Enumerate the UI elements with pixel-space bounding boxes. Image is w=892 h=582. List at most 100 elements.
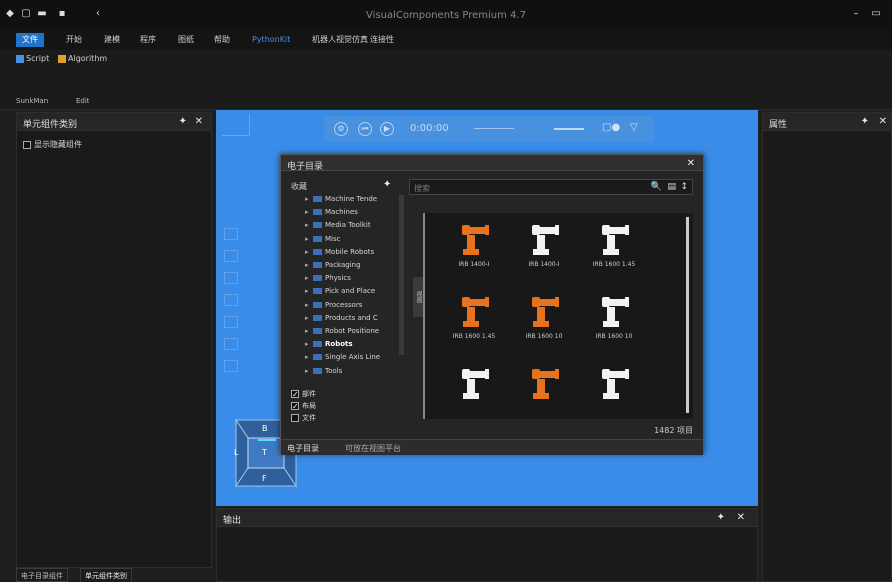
timeline-slider[interactable]: [554, 128, 584, 130]
tree-item-label: Products and C: [325, 313, 378, 322]
tab-catalog-components[interactable]: 电子目录组件: [16, 568, 68, 582]
pin-icon[interactable]: ✦: [717, 512, 725, 523]
ribbon-tab[interactable]: 帮助: [208, 33, 236, 47]
align-tool-icon[interactable]: [224, 338, 238, 350]
tree-item[interactable]: ▸ Machine Tende: [305, 195, 377, 203]
catalog-item-tile[interactable]: [579, 361, 649, 423]
tree-item[interactable]: ▸ Robots: [305, 340, 353, 348]
catalog-item-tile[interactable]: IRB 1400-I: [439, 217, 509, 279]
expand-arrow-icon[interactable]: ▸: [305, 327, 311, 335]
script-button[interactable]: Script: [16, 54, 49, 63]
tree-item[interactable]: ▸ Robot Positione: [305, 327, 379, 335]
expand-arrow-icon[interactable]: ▸: [305, 208, 311, 216]
navcube-face-left[interactable]: L: [234, 448, 238, 457]
tree-scrollbar[interactable]: [399, 195, 404, 355]
catalog-item-tile[interactable]: IRB 1400-I: [509, 217, 579, 279]
play-icon[interactable]: ▶: [380, 122, 394, 136]
show-hidden-checkbox[interactable]: 显示隐藏组件: [23, 139, 82, 150]
catalog-search-input[interactable]: 搜索 🔍 ▤ ↕: [409, 179, 693, 195]
move-tool-icon[interactable]: [224, 250, 238, 262]
tree-root-favorites[interactable]: 收藏: [291, 181, 307, 192]
expand-arrow-icon[interactable]: ▸: [305, 287, 311, 295]
catalog-item-tile[interactable]: [509, 361, 579, 423]
rotate-tool-icon[interactable]: [224, 272, 238, 284]
tree-item[interactable]: ▸ Pick and Place: [305, 287, 375, 295]
navcube-face-bottom[interactable]: F: [262, 474, 267, 483]
reset-icon[interactable]: ⏮: [358, 122, 372, 136]
settings-icon[interactable]: ⚙: [334, 122, 348, 136]
panel-header: 单元组件类别 ✦ ✕: [17, 113, 211, 131]
catalog-item-tile[interactable]: [439, 361, 509, 423]
expand-arrow-icon[interactable]: ▸: [305, 235, 311, 243]
expand-arrow-icon[interactable]: ▸: [305, 274, 311, 282]
grid-scrollbar[interactable]: [686, 217, 689, 413]
pin-icon[interactable]: ✦: [179, 116, 187, 127]
expand-arrow-icon[interactable]: ▸: [305, 248, 311, 256]
close-icon[interactable]: ✕: [879, 116, 887, 127]
expand-arrow-icon[interactable]: ▸: [305, 367, 311, 375]
ribbon-tab[interactable]: PythonKit: [246, 33, 296, 47]
tree-item[interactable]: ▸ Media Toolkit: [305, 221, 371, 229]
filter-icon[interactable]: ▽: [630, 122, 638, 133]
view-mode-icon[interactable]: ▤: [667, 182, 676, 192]
expand-arrow-icon[interactable]: ▸: [305, 340, 311, 348]
catalog-item-tile[interactable]: IRB 1600 10: [509, 289, 579, 351]
pin-icon[interactable]: ✦: [861, 116, 869, 127]
ribbon-tab[interactable]: 建模: [98, 33, 126, 47]
pin-icon[interactable]: ✦: [383, 179, 391, 190]
tree-item[interactable]: ▸ Physics: [305, 274, 351, 282]
tree-item[interactable]: ▸ Processors: [305, 301, 362, 309]
navcube-face-top[interactable]: B: [262, 424, 268, 433]
algorithm-button[interactable]: Algorithm: [58, 54, 107, 63]
expand-arrow-icon[interactable]: ▸: [305, 195, 311, 203]
ribbon-tab[interactable]: 程序: [134, 33, 162, 47]
expand-arrow-icon[interactable]: ▸: [305, 261, 311, 269]
tree-item[interactable]: ▸ Mobile Robots: [305, 248, 374, 256]
ribbon-tab[interactable]: 连接性: [364, 33, 400, 47]
close-icon[interactable]: ✕: [687, 158, 695, 169]
ribbon-tab[interactable]: 图纸: [172, 33, 200, 47]
record-icon[interactable]: ▢●: [602, 122, 620, 133]
ribbon-tab[interactable]: 开始: [60, 33, 88, 47]
catalog-item-tile[interactable]: IRB 1600 10: [579, 289, 649, 351]
side-tab-view[interactable]: 视图: [413, 277, 423, 317]
tab-place-on-platform[interactable]: 可放在视图平台: [345, 443, 401, 454]
camera-tool-icon[interactable]: [224, 360, 238, 372]
checkbox[interactable]: [291, 414, 299, 422]
filter-checkbox[interactable]: 布局: [291, 401, 316, 411]
sort-icon[interactable]: ↕: [680, 182, 688, 192]
folder-icon: [313, 328, 322, 334]
checkbox[interactable]: [291, 402, 299, 410]
expand-arrow-icon[interactable]: ▸: [305, 221, 311, 229]
catalog-header: 电子目录 ✕: [281, 155, 703, 172]
expand-arrow-icon[interactable]: ▸: [305, 353, 311, 361]
snap-tool-icon[interactable]: [224, 294, 238, 306]
minimize-icon[interactable]: –: [850, 9, 862, 19]
tree-item[interactable]: ▸ Machines: [305, 208, 358, 216]
speed-slider-track[interactable]: [474, 128, 514, 129]
select-tool-icon[interactable]: [224, 228, 238, 240]
close-icon[interactable]: ✕: [195, 116, 203, 127]
tree-item[interactable]: ▸ Tools: [305, 367, 342, 375]
catalog-item-tile[interactable]: IRB 1600 1.45: [439, 289, 509, 351]
close-icon[interactable]: ✕: [737, 512, 745, 523]
checkbox[interactable]: [23, 140, 31, 149]
catalog-item-tile[interactable]: IRB 1600 1.45: [579, 217, 649, 279]
restore-icon[interactable]: ▭: [870, 9, 882, 19]
filter-checkbox[interactable]: 部件: [291, 389, 316, 399]
ribbon-tab[interactable]: 文件: [16, 33, 44, 47]
expand-arrow-icon[interactable]: ▸: [305, 314, 311, 322]
checkbox[interactable]: [291, 390, 299, 398]
tab-cell-components[interactable]: 单元组件类别: [80, 568, 132, 582]
tree-item[interactable]: ▸ Products and C: [305, 314, 378, 322]
tree-item[interactable]: ▸ Single Axis Line: [305, 353, 380, 361]
tree-item[interactable]: ▸ Packaging: [305, 261, 361, 269]
measure-tool-icon[interactable]: [224, 316, 238, 328]
search-icon[interactable]: 🔍: [651, 182, 662, 192]
tab-catalog[interactable]: 电子目录: [287, 443, 319, 454]
expand-arrow-icon[interactable]: ▸: [305, 301, 311, 309]
navcube-face-center[interactable]: T: [262, 448, 267, 457]
folder-icon: [313, 262, 322, 268]
filter-checkbox[interactable]: 文件: [291, 413, 316, 423]
tree-item[interactable]: ▸ Misc: [305, 235, 340, 243]
